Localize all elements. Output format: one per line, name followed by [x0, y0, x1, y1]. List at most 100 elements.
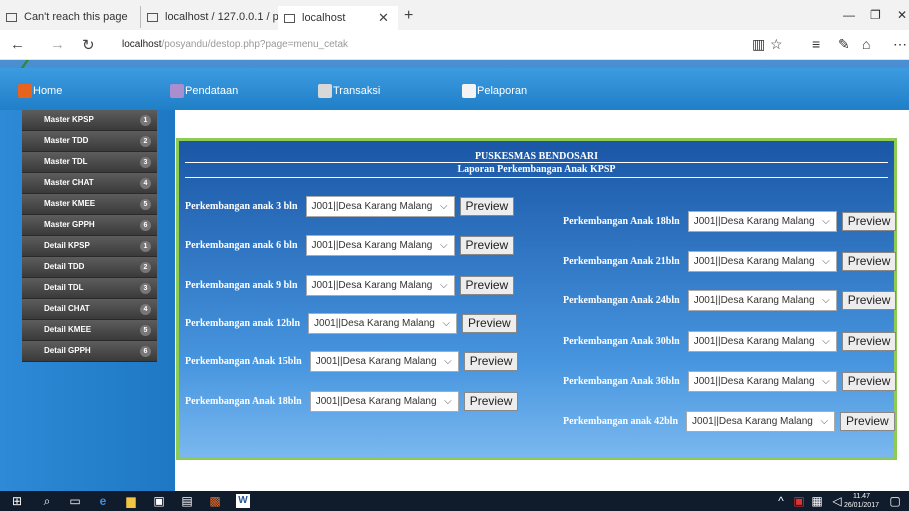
sidebar-item-master-kpsp[interactable]: Master KPSP 1 [22, 110, 157, 131]
preview-button[interactable]: Preview [462, 314, 517, 333]
sidebar-item-master-chat[interactable]: Master CHAT 4 [22, 173, 157, 194]
more-icon[interactable]: ⋯ [893, 36, 907, 53]
sidebar-item-detail-gpph[interactable]: Detail GPPH 6 [22, 341, 157, 362]
share-icon[interactable]: ⌂ [862, 36, 870, 52]
sidebar-item-label: Master TDL [44, 157, 88, 166]
minimize-icon[interactable]: — [843, 8, 855, 22]
preview-button[interactable]: Preview [459, 197, 515, 216]
search-icon[interactable]: ⌕ [40, 494, 54, 508]
preview-button[interactable]: Preview [841, 291, 897, 310]
tab-cant-reach[interactable]: Can't reach this page [0, 6, 138, 28]
tab-phpmyadmin[interactable]: localhost / 127.0.0.1 / posya [140, 6, 278, 28]
preview-button[interactable]: Preview [463, 352, 519, 371]
app-orange-icon[interactable]: ▩ [208, 494, 222, 508]
refresh-icon[interactable]: ↻ [82, 36, 95, 54]
village-select[interactable]: J001||Desa Karang Malang ⌵ [687, 371, 837, 392]
forward-icon[interactable]: → [50, 36, 65, 53]
page-icon [6, 12, 17, 22]
network-icon[interactable]: ▦ [810, 494, 824, 508]
sidebar-item-master-tdl[interactable]: Master TDL 3 [22, 152, 157, 173]
village-select[interactable]: J001||Desa Karang Malang ⌵ [305, 275, 455, 296]
chevron-down-icon: ⌵ [439, 280, 448, 291]
sidebar-item-label: Detail TDL [44, 283, 84, 292]
close-tab-icon[interactable]: ✕ [378, 10, 389, 26]
report-row: Perkembangan anak 42bln J001||Desa Karan… [563, 411, 895, 432]
preview-button[interactable]: Preview [840, 412, 895, 431]
sidebar-item-badge: 3 [140, 283, 151, 294]
preview-button[interactable]: Preview [841, 212, 897, 231]
edge-browser-icon[interactable]: e [96, 494, 110, 508]
page-icon [284, 13, 295, 23]
sidebar-item-master-tdd[interactable]: Master TDD 2 [22, 131, 157, 152]
preview-button[interactable]: Preview [463, 392, 519, 411]
volume-icon[interactable]: ◁ [830, 494, 844, 508]
clock[interactable]: 11.47 26/01/2017 [844, 492, 879, 510]
report-row: Perkembangan Anak 15bln J001||Desa Karan… [185, 351, 519, 372]
chevron-down-icon: ⌵ [444, 396, 452, 407]
village-select[interactable]: J001||Desa Karang Malang ⌵ [309, 391, 459, 412]
maximize-icon[interactable]: ❐ [870, 8, 881, 22]
sidebar-menu: Master KPSP 1 Master TDD 2 Master TDL 3 Mas… [22, 110, 157, 362]
report-row-label: Perkembangan Anak 21bln [563, 256, 680, 267]
action-center-icon[interactable]: ▢ [888, 494, 902, 508]
select-value: J001||Desa Karang Malang [693, 295, 815, 306]
new-tab-icon[interactable]: + [404, 7, 413, 25]
village-select[interactable]: J001||Desa Karang Malang ⌵ [309, 351, 459, 372]
close-window-icon[interactable]: ✕ [897, 8, 907, 22]
report-row-label: Perkembangan anak 12bln [185, 318, 301, 329]
sidebar-item-detail-tdd[interactable]: Detail TDD 2 [22, 257, 157, 278]
task-view-icon[interactable]: ▭ [68, 494, 82, 508]
sidebar-item-label: Master GPPH [44, 220, 95, 229]
back-icon[interactable]: ← [10, 36, 25, 53]
chevron-down-icon: ⌵ [822, 216, 830, 227]
village-select[interactable]: J001||Desa Karang Malang ⌵ [687, 331, 837, 352]
favorite-star-icon[interactable]: ☆ [770, 36, 783, 53]
report-row-label: Perkembangan anak 6 bln [185, 240, 298, 251]
antivirus-icon[interactable]: ▣ [792, 494, 806, 508]
nav-pendataan[interactable]: Pendataan [170, 84, 238, 98]
sidebar-item-master-kmee[interactable]: Master KMEE 5 [22, 194, 157, 215]
word-icon[interactable]: W [236, 494, 250, 508]
report-row: Perkembangan Anak 36bln J001||Desa Karan… [563, 371, 897, 392]
sidebar-item-detail-kpsp[interactable]: Detail KPSP 1 [22, 236, 157, 257]
nav-transaksi[interactable]: Transaksi [318, 84, 380, 98]
file-explorer-icon[interactable]: ▆ [124, 494, 138, 508]
village-select[interactable]: J001||Desa Karang Malang ⌵ [686, 411, 836, 432]
chevron-down-icon: ⌵ [822, 295, 830, 306]
village-select[interactable]: J001||Desa Karang Malang ⌵ [687, 290, 837, 311]
preview-button[interactable]: Preview [841, 372, 897, 391]
village-select[interactable]: J001||Desa Karang Malang ⌵ [305, 235, 455, 256]
web-note-icon[interactable]: ✎ [838, 36, 850, 53]
chevron-down-icon: ⌵ [822, 376, 830, 387]
sidebar-item-badge: 5 [140, 199, 151, 210]
sidebar-item-detail-kmee[interactable]: Detail KMEE 5 [22, 320, 157, 341]
windows-start-icon[interactable]: ⊞ [10, 494, 24, 508]
sidebar-item-detail-tdl[interactable]: Detail TDL 3 [22, 278, 157, 299]
preview-button[interactable]: Preview [841, 252, 897, 271]
nav-pendataan-label: Pendataan [185, 85, 239, 97]
top-navigation: Home Pendataan Transaksi Pelaporan [0, 68, 909, 110]
preview-button[interactable]: Preview [459, 236, 515, 255]
report-row-label: Perkembangan Anak 30bln [563, 336, 680, 347]
nav-home[interactable]: Home [18, 84, 62, 98]
sidebar-item-master-gpph[interactable]: Master GPPH 6 [22, 215, 157, 236]
tray-chevron-icon[interactable]: ^ [774, 494, 788, 508]
hub-icon[interactable]: ≡ [812, 36, 820, 52]
terminal-icon[interactable]: ▤ [180, 494, 194, 508]
nav-pelaporan[interactable]: Pelaporan [462, 84, 527, 98]
sidebar-item-label: Master KPSP [44, 115, 94, 124]
sidebar-item-detail-chat[interactable]: Detail CHAT 4 [22, 299, 157, 320]
village-select[interactable]: J001||Desa Karang Malang ⌵ [687, 251, 837, 272]
village-select[interactable]: J001||Desa Karang Malang ⌵ [305, 196, 455, 217]
report-row-label: Perkembangan Anak 18bln [185, 396, 302, 407]
preview-button[interactable]: Preview [459, 276, 515, 295]
url-field[interactable]: localhost/posyandu/destop.php?page=menu_… [122, 39, 348, 50]
reading-view-icon[interactable]: ▥ [752, 36, 765, 53]
store-icon[interactable]: ▣ [152, 494, 166, 508]
tab-label: Can't reach this page [24, 11, 128, 23]
village-select[interactable]: J001||Desa Karang Malang ⌵ [308, 313, 458, 334]
village-select[interactable]: J001||Desa Karang Malang ⌵ [687, 211, 837, 232]
preview-button[interactable]: Preview [841, 332, 897, 351]
sidebar-item-badge: 2 [140, 262, 151, 273]
select-value: J001||Desa Karang Malang [311, 240, 433, 251]
